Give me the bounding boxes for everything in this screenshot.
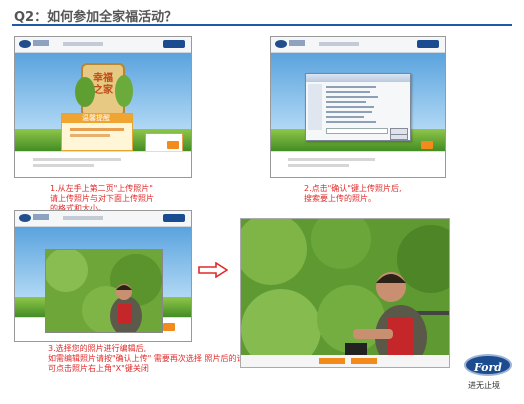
site-header xyxy=(15,211,191,227)
site-footer xyxy=(271,150,445,177)
file-name-input[interactable] xyxy=(326,128,388,134)
footer-line xyxy=(288,157,376,161)
footer-line-2 xyxy=(288,163,350,167)
person-arm xyxy=(353,329,393,339)
file-entry[interactable] xyxy=(326,111,372,113)
site-logo-text xyxy=(33,214,49,220)
screenshot-step3 xyxy=(14,210,192,342)
footer-line xyxy=(32,157,121,161)
step2-caption-line: 2.点击"确认"键上传照片后, xyxy=(304,184,402,193)
site-logo-text xyxy=(289,40,305,46)
step2-caption-line: 搜索要上传的照片。 xyxy=(304,194,376,203)
reupload-button[interactable] xyxy=(351,358,377,364)
reminder-popup: 温馨提醒 xyxy=(61,113,133,151)
step1-caption-line: 1.从左手上第二页"上传照片" xyxy=(50,184,153,193)
person-camera xyxy=(345,343,367,355)
reminder-popup-title: 温馨提醒 xyxy=(62,114,132,123)
file-chooser-titlebar xyxy=(306,74,410,82)
confirm-upload-button[interactable] xyxy=(163,323,175,331)
screenshot-step2 xyxy=(270,36,446,178)
confirm-upload-button[interactable] xyxy=(319,358,345,364)
tree-right xyxy=(115,75,133,107)
site-footer xyxy=(15,150,191,177)
person-shirt xyxy=(118,304,132,324)
photo-editor-overlay xyxy=(45,249,163,333)
step2-caption: 2.点击"确认"键上传照片后, 搜索要上传的照片。 xyxy=(304,184,454,204)
ford-logo-icon xyxy=(19,214,31,222)
screenshot-step1: 幸福之家 温馨提醒 xyxy=(14,36,192,178)
page-title: Q2：如何参加全家福活动？ xyxy=(14,10,178,25)
header-ford-button[interactable] xyxy=(163,214,185,222)
screenshot-step3-zoomed xyxy=(240,218,450,368)
file-entry[interactable] xyxy=(326,101,366,103)
ford-slogan: 进无止境 xyxy=(468,381,500,390)
ford-logo-text: Ford xyxy=(473,361,503,374)
title-underline xyxy=(12,24,512,26)
photo-foliage-blob xyxy=(317,285,385,353)
ford-logo: Ford 进无止境 xyxy=(462,354,514,394)
file-chooser-dialog xyxy=(305,73,411,141)
file-entry[interactable] xyxy=(326,121,376,123)
file-chooser-sidebar xyxy=(308,84,322,130)
site-header xyxy=(271,37,445,53)
reminder-popup-line2 xyxy=(70,134,110,137)
confirm-button[interactable] xyxy=(421,141,433,149)
file-entry[interactable] xyxy=(326,106,374,108)
ford-logo-icon xyxy=(275,40,287,48)
file-entry[interactable] xyxy=(326,91,370,93)
reminder-popup-body xyxy=(70,128,124,131)
nav-bar xyxy=(63,42,103,46)
uploaded-photo-small xyxy=(46,250,162,332)
file-entry[interactable] xyxy=(326,96,378,98)
cancel-button[interactable] xyxy=(390,134,408,140)
upload-photo-button[interactable] xyxy=(167,141,179,149)
tree-left xyxy=(75,77,95,107)
file-entry[interactable] xyxy=(326,116,364,118)
header-ford-button[interactable] xyxy=(417,40,439,48)
nav-bar xyxy=(319,42,359,46)
uploaded-photo-large xyxy=(241,219,449,367)
site-logo-text xyxy=(33,40,49,46)
ford-logo-icon: Ford xyxy=(464,354,512,376)
step1-caption-line: 请上传照片与对下面上传照片 xyxy=(50,194,154,203)
arrow-right-icon xyxy=(198,262,228,278)
nav-bar xyxy=(63,216,103,220)
footer-line-2 xyxy=(32,163,95,167)
site-header xyxy=(15,37,191,53)
file-entry[interactable] xyxy=(326,86,376,88)
ford-logo-icon xyxy=(19,40,31,48)
header-ford-button[interactable] xyxy=(163,40,185,48)
